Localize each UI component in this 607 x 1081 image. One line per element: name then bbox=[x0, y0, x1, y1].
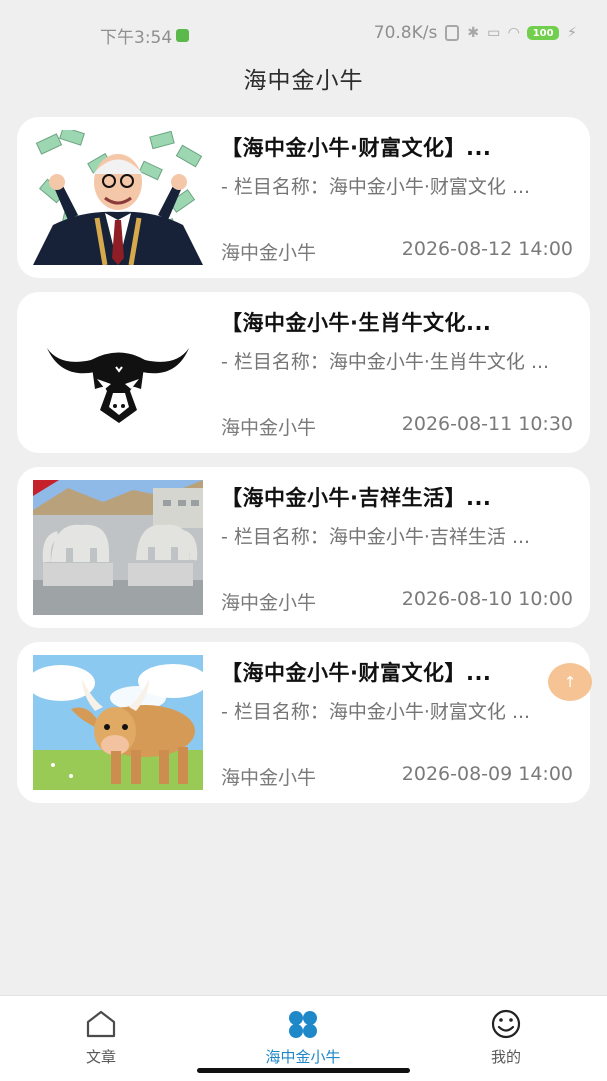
article-image-bull-logo[interactable] bbox=[33, 305, 203, 440]
time-text: 下午3:54 bbox=[100, 28, 173, 48]
article-date: 2026-08-11 10:30 bbox=[401, 413, 573, 435]
article-description: - 栏目名称：海中金小牛·财富文化 ... bbox=[221, 176, 531, 198]
bull-logo-icon bbox=[33, 305, 203, 440]
bottom-navigation: 文章 海中金小牛 我的 bbox=[0, 995, 607, 1081]
article-title[interactable]: 【海中金小牛·财富文化】... bbox=[221, 657, 576, 687]
bluetooth-icon: ✱ bbox=[467, 25, 480, 41]
tab-articles-label: 文章 bbox=[85, 1048, 116, 1066]
page-title: 海中金小牛 bbox=[243, 68, 364, 94]
wifi-icon: ◜◝ bbox=[508, 25, 520, 41]
article-card[interactable]: 【海中金小牛·生肖牛文化... - 栏目名称：海中金小牛·生肖牛文化 ... 海… bbox=[17, 292, 590, 453]
tab-haizhongjin[interactable]: 海中金小牛 bbox=[243, 1008, 363, 1067]
network-speed: 70.8K/s bbox=[373, 23, 438, 43]
article-author: 海中金小牛 bbox=[221, 417, 317, 439]
back-to-top-button[interactable]: ↑ bbox=[548, 663, 592, 701]
article-author: 海中金小牛 bbox=[221, 767, 317, 789]
grid-icon bbox=[243, 1008, 363, 1040]
article-title[interactable]: 【海中金小牛·吉祥生活】... bbox=[221, 482, 576, 512]
home-indicator[interactable] bbox=[197, 1068, 410, 1073]
tab-articles[interactable]: 文章 bbox=[41, 1008, 161, 1067]
article-card[interactable]: 【海中金小牛·财富文化】... - 栏目名称：海中金小牛·财富文化 ... 海中… bbox=[17, 117, 590, 278]
tab-mine-label: 我的 bbox=[490, 1048, 521, 1066]
article-date: 2026-08-12 14:00 bbox=[401, 238, 573, 260]
article-card[interactable]: 【海中金小牛·财富文化】... - 栏目名称：海中金小牛·财富文化 ... 海中… bbox=[17, 642, 590, 803]
article-list: 【海中金小牛·财富文化】... - 栏目名称：海中金小牛·财富文化 ... 海中… bbox=[17, 117, 590, 817]
article-author: 海中金小牛 bbox=[221, 592, 317, 614]
money-man-icon bbox=[33, 130, 203, 265]
article-image-stone-elephants[interactable] bbox=[33, 480, 203, 615]
article-image-money-man[interactable] bbox=[33, 130, 203, 265]
arrow-up-icon: ↑ bbox=[563, 673, 577, 691]
sim-icon bbox=[445, 25, 460, 41]
article-image-cartoon-ox[interactable] bbox=[33, 655, 203, 790]
article-date: 2026-08-09 14:00 bbox=[401, 763, 573, 785]
cartoon-ox-icon bbox=[33, 655, 203, 790]
tab-mine[interactable]: 我的 bbox=[446, 1008, 566, 1067]
status-bar: 下午3:54 70.8K/s ✱ ▭ ◜◝ 100 ⚡ bbox=[0, 0, 607, 66]
home-icon bbox=[41, 1008, 161, 1040]
article-description: - 栏目名称：海中金小牛·生肖牛文化 ... bbox=[221, 351, 550, 373]
article-author: 海中金小牛 bbox=[221, 242, 317, 264]
status-right: 70.8K/s ✱ ▭ ◜◝ 100 ⚡ bbox=[374, 23, 577, 43]
smiley-icon bbox=[446, 1008, 566, 1040]
article-description: - 栏目名称：海中金小牛·财富文化 ... bbox=[221, 701, 531, 723]
article-title[interactable]: 【海中金小牛·生肖牛文化... bbox=[221, 307, 576, 337]
battery-icon: 100 bbox=[527, 26, 560, 40]
status-left: 下午3:54 bbox=[100, 23, 190, 48]
app-notification-icon bbox=[176, 29, 190, 42]
charging-icon: ⚡ bbox=[567, 25, 577, 41]
mute-icon: ▭ bbox=[487, 25, 501, 41]
tab-haizhongjin-label: 海中金小牛 bbox=[265, 1048, 341, 1066]
article-date: 2026-08-10 10:00 bbox=[401, 588, 573, 610]
article-description: - 栏目名称：海中金小牛·吉祥生活 ... bbox=[221, 526, 531, 548]
article-card[interactable]: 【海中金小牛·吉祥生活】... - 栏目名称：海中金小牛·吉祥生活 ... 海中… bbox=[17, 467, 590, 628]
article-title[interactable]: 【海中金小牛·财富文化】... bbox=[221, 132, 576, 162]
stone-elephants-icon bbox=[33, 480, 203, 615]
